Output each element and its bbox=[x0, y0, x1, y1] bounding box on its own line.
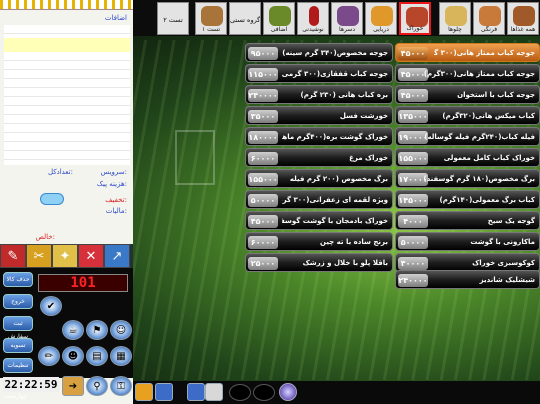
menu-item[interactable]: ۱۵۵۰۰۰ خوراک کباب کامل معمولی bbox=[395, 148, 540, 167]
checkout-button[interactable]: تسویه bbox=[3, 338, 33, 353]
receipt-title: اضافات bbox=[104, 14, 127, 22]
service-label: سرویس: bbox=[100, 168, 127, 176]
sauce-icon bbox=[269, 6, 291, 26]
menu-item[interactable]: ۶۰۰۰۰ برنج ساده با ته چین bbox=[245, 232, 393, 251]
dessert-icon bbox=[337, 6, 359, 26]
menu-item[interactable]: ۴۵۰۰۰ خوراک بادمجان با گوشت گوسفندی bbox=[245, 211, 393, 230]
sandwich-icon bbox=[201, 6, 223, 26]
menu-item[interactable]: ۴۵۰۰۰ جوجه کباب ممتاز هانی(۳۰۰ گرم) bbox=[395, 43, 540, 62]
notepad-spiral bbox=[0, 0, 133, 10]
document-icon[interactable] bbox=[205, 383, 223, 401]
report-icon[interactable]: ▦ bbox=[110, 346, 132, 366]
door-icon[interactable]: ➔ bbox=[62, 376, 84, 396]
menu-item[interactable]: ۲۴۰۰۰۰ بره کباب هانی (۲۳۰ گرم) bbox=[245, 85, 393, 104]
delete-item-button[interactable]: حذف کالا bbox=[3, 272, 33, 287]
red-check-icon[interactable]: ✔ bbox=[40, 296, 62, 316]
category-western[interactable]: فرنگی bbox=[473, 2, 505, 35]
net-label: خالص: bbox=[35, 233, 55, 241]
slot-button[interactable] bbox=[253, 384, 275, 401]
lock-icon[interactable]: ⚿ bbox=[110, 376, 132, 396]
count-label: تعدادکل: bbox=[47, 168, 73, 176]
kitchen-icon[interactable]: ☕ bbox=[62, 320, 84, 340]
delivery-icon[interactable]: ⚑ bbox=[86, 320, 108, 340]
discount-field[interactable] bbox=[40, 193, 64, 205]
menu-item[interactable]: ۴۵۰۰۰ جوجه کباب با استخوان bbox=[395, 85, 540, 104]
menu-item[interactable]: ۵۰۰۰۰ ماکارونی با گوشت bbox=[395, 232, 540, 251]
discount-label: تخفیف: bbox=[105, 196, 127, 204]
customer-icon[interactable]: ☻ bbox=[62, 346, 84, 366]
shrimp-icon bbox=[371, 6, 393, 26]
category-test-group[interactable]: گروه تستی bbox=[229, 2, 261, 35]
burger-icon bbox=[513, 6, 535, 26]
back-icon[interactable] bbox=[155, 383, 173, 401]
weekday-label: چهارشنبه bbox=[4, 393, 28, 400]
orb-icon[interactable] bbox=[279, 383, 297, 401]
menu-item[interactable]: ۲۵۰۰۰ باقلا پلو با خلال و زرشک bbox=[245, 253, 393, 272]
kebab-plate-icon bbox=[406, 7, 428, 27]
menu-item[interactable]: ۵۰۰۰۰ ویژه لقمه ای زعفرانی(۳۰۰ گرم bbox=[245, 190, 393, 209]
menu-item[interactable]: ۱۱۵۰۰۰ جوجه کباب قفقازی(۳۰۰ گرمی) bbox=[245, 64, 393, 83]
move-icon[interactable]: ↗ bbox=[104, 244, 130, 268]
soda-bottle-icon bbox=[309, 6, 319, 26]
tool-icon-row: ✎ ✂ ✦ ✕ ↗ bbox=[0, 244, 133, 268]
category-all[interactable]: همه غذاها bbox=[507, 2, 539, 35]
category-seafood[interactable]: دریایی bbox=[365, 2, 397, 35]
category-test-1[interactable]: تست ۱ bbox=[195, 2, 227, 35]
pen-icon[interactable]: ✏ bbox=[38, 346, 60, 366]
category-desserts[interactable]: دسرها bbox=[331, 2, 363, 35]
menu-item[interactable]: ۱۳۵۰۰۰ کباب میکس هانی(۳۲۰گرم) bbox=[395, 106, 540, 125]
menu-item[interactable]: ۹۵۰۰۰ جوجه مخصوص(۳۴۰ گرم سینه) با گوجه bbox=[245, 43, 393, 62]
category-test-2[interactable]: تست ۲ bbox=[157, 2, 189, 35]
submit-order-button[interactable]: ثبت سفارش bbox=[3, 316, 33, 340]
menu-item[interactable]: ۳۵۰۰۰ خورشت فسل bbox=[245, 106, 393, 125]
rice-plate-icon bbox=[445, 6, 467, 26]
tax-label: مالیات: bbox=[105, 207, 127, 215]
brush-icon[interactable]: ✂ bbox=[26, 244, 52, 268]
door-icon[interactable] bbox=[135, 383, 153, 401]
menu-item[interactable]: ۱۹۰۰۰۰ فیله کباب(۲۴۰گرم فیله گوساله) bbox=[395, 127, 540, 146]
watermark-logo bbox=[175, 130, 215, 185]
calculator-icon[interactable]: ✎ bbox=[0, 244, 26, 268]
search-icon[interactable]: ⚲ bbox=[86, 376, 108, 396]
category-chelo[interactable]: چلوها bbox=[439, 2, 471, 35]
user-icon[interactable]: ☺ bbox=[110, 320, 132, 340]
clock: 22:22:59 bbox=[3, 377, 59, 392]
exit-button[interactable]: خروج bbox=[3, 294, 33, 309]
printer-icon[interactable]: ▤ bbox=[86, 346, 108, 366]
menu-item[interactable]: ۱۴۵۰۰۰ کباب برگ معمولی(۱۴۰گرم) bbox=[395, 190, 540, 209]
menu-item[interactable]: ۱۸۰۰۰۰ خوراک گوشت بره(۴۰۰گرم ماهیچه) bbox=[245, 127, 393, 146]
pizza-icon bbox=[479, 6, 501, 26]
menu-item[interactable]: ۴۰۰۰ گوجه یک سیخ bbox=[395, 211, 540, 230]
contacts-icon[interactable] bbox=[187, 383, 205, 401]
menu-item[interactable]: ۲۴۰۰۰۰ شیشلیک شاندیز bbox=[395, 270, 540, 289]
settings-button[interactable]: تنظیمات bbox=[3, 358, 33, 373]
order-row-selected[interactable] bbox=[4, 38, 130, 52]
category-khorak[interactable]: خوراک bbox=[399, 2, 431, 35]
order-counter: 101 bbox=[38, 274, 128, 292]
menu-item[interactable]: ۶۰۰۰۰ خوراک مرغ bbox=[245, 148, 393, 167]
menu-item[interactable]: ۴۵۰۰۰ جوجه کباب ممتاز هانی(۳۰۰گرم) bbox=[395, 64, 540, 83]
wrench-icon[interactable]: ✦ bbox=[52, 244, 78, 268]
menu-item[interactable]: ۱۵۵۰۰۰ برگ مخصوص (۲۰۰ گرم فیله bbox=[245, 169, 393, 188]
delivery-label: هزینه پیک: bbox=[96, 180, 127, 188]
category-drinks[interactable]: نوشیدنی bbox=[297, 2, 329, 35]
category-bar: همه غذاها فرنگی چلوها خوراک دریایی دسرها… bbox=[133, 0, 540, 36]
category-extras[interactable]: اضافی bbox=[263, 2, 295, 35]
delete-icon[interactable]: ✕ bbox=[78, 244, 104, 268]
bottom-toolbar bbox=[133, 381, 540, 404]
menu-item[interactable]: ۱۷۰۰۰۰ برگ مخصوص(۱۸۰ گرم گوسفند) bbox=[395, 169, 540, 188]
slot-button[interactable] bbox=[229, 384, 251, 401]
